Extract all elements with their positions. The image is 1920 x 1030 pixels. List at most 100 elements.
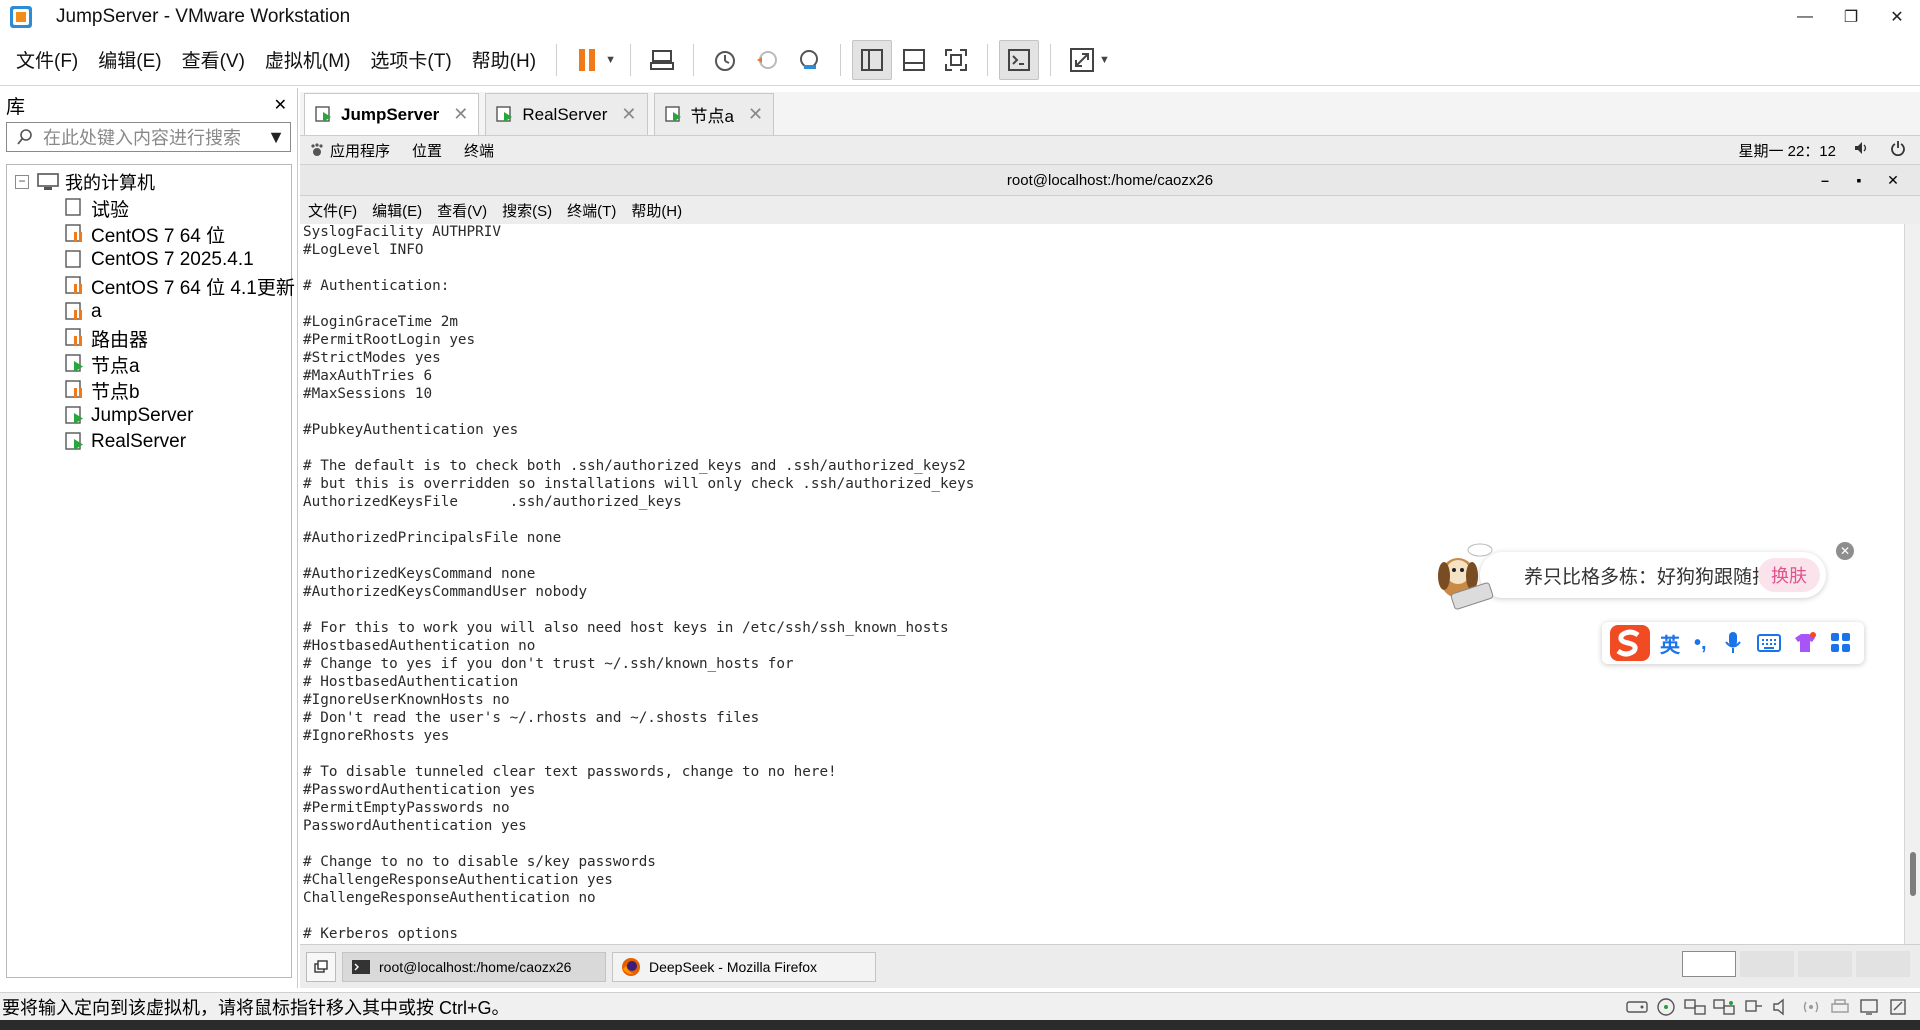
- menu-tabs[interactable]: 选项卡(T): [360, 46, 461, 73]
- library-close-icon[interactable]: ✕: [274, 95, 287, 115]
- keyboard-icon[interactable]: [1756, 630, 1782, 656]
- vm-tab-bar: JumpServer ✕ RealServer ✕ 节点a ✕: [300, 92, 1920, 136]
- terminal-menu-search[interactable]: 搜索(S): [502, 200, 552, 221]
- tree-item-vm[interactable]: 节点a: [7, 351, 291, 377]
- gnome-foot-icon: [311, 143, 323, 156]
- tree-root-my-computer[interactable]: − 我的计算机: [7, 169, 291, 195]
- vm-paused-icon: [65, 302, 82, 320]
- tree-item-vm[interactable]: CentOS 7 64 位: [7, 221, 291, 247]
- toolbox-grid-icon[interactable]: [1828, 630, 1854, 656]
- usb-icon[interactable]: [1741, 997, 1765, 1017]
- console-view-button[interactable]: [998, 39, 1039, 80]
- terminal-menu-file[interactable]: 文件(F): [308, 200, 357, 221]
- display-icon[interactable]: [1857, 997, 1881, 1017]
- taskbar-firefox[interactable]: DeepSeek - Mozilla Firefox: [612, 951, 876, 982]
- show-library-button[interactable]: [851, 39, 892, 80]
- toolbar-divider: [839, 43, 841, 76]
- tab-node-a[interactable]: 节点a ✕: [653, 93, 775, 135]
- chevron-down-icon[interactable]: ▼: [605, 54, 616, 66]
- snapshot-button[interactable]: [705, 40, 745, 80]
- search-placeholder[interactable]: 在此处键入内容进行搜索: [43, 124, 262, 150]
- menu-file[interactable]: 文件(F): [6, 46, 88, 73]
- wireless-icon[interactable]: [1799, 997, 1823, 1017]
- gnome-applications-menu[interactable]: 应用程序: [310, 140, 390, 161]
- terminal-menu-view[interactable]: 查看(V): [437, 200, 487, 221]
- workspace-1[interactable]: [1682, 951, 1736, 977]
- terminal-menu-edit[interactable]: 编辑(E): [372, 200, 422, 221]
- network-adapter-2-icon[interactable]: [1712, 997, 1736, 1017]
- ime-punctuation-toggle[interactable]: •,: [1694, 632, 1707, 655]
- pause-button[interactable]: [568, 40, 608, 80]
- sogou-logo-icon[interactable]: [1608, 623, 1652, 663]
- tree-item-vm[interactable]: 试验: [7, 195, 291, 221]
- show-desktop-button[interactable]: [306, 951, 336, 982]
- workspace-4[interactable]: [1856, 951, 1910, 977]
- ime-language-toggle[interactable]: 英: [1660, 629, 1680, 658]
- close-button[interactable]: ✕: [1874, 0, 1920, 34]
- minimize-button[interactable]: —: [1782, 0, 1828, 34]
- tree-item-vm[interactable]: 节点b: [7, 377, 291, 403]
- menu-help[interactable]: 帮助(H): [462, 46, 546, 73]
- terminal-scrollbar[interactable]: [1904, 224, 1920, 944]
- tree-item-vm[interactable]: JumpServer: [7, 403, 291, 429]
- taskbar-terminal-label: root@localhost:/home/caozx26: [379, 958, 572, 975]
- volume-icon[interactable]: [1854, 141, 1870, 159]
- host-taskbar-edge: [0, 1020, 1920, 1030]
- power-icon[interactable]: [1890, 140, 1906, 160]
- workspace-2[interactable]: [1740, 951, 1794, 977]
- snapshot-manager-button[interactable]: [789, 40, 829, 80]
- tab-close-icon[interactable]: ✕: [621, 104, 636, 125]
- tab-realserver[interactable]: RealServer ✕: [485, 93, 648, 135]
- printer-icon[interactable]: [1828, 997, 1852, 1017]
- workspace-3[interactable]: [1798, 951, 1852, 977]
- microphone-icon[interactable]: [1721, 630, 1747, 656]
- maximize-button[interactable]: ❐: [1828, 0, 1874, 34]
- vm-paused-icon: [65, 328, 82, 346]
- terminal-menu-help[interactable]: 帮助(H): [631, 200, 682, 221]
- collapse-toggle-icon[interactable]: −: [15, 175, 29, 189]
- hard-disk-icon[interactable]: [1625, 997, 1649, 1017]
- firefox-icon: [622, 957, 640, 976]
- menu-vm[interactable]: 虚拟机(M): [255, 46, 360, 73]
- ime-tip-close-icon[interactable]: ✕: [1836, 542, 1854, 560]
- tree-item-vm[interactable]: a: [7, 299, 291, 325]
- vm-tree: − 我的计算机 试验 CentOS 7 64 位 CentOS 7 2025.4.1…: [6, 164, 295, 978]
- toolbar-divider: [1049, 43, 1051, 76]
- tab-close-icon[interactable]: ✕: [453, 104, 468, 125]
- library-search[interactable]: 在此处键入内容进行搜索 ▼: [6, 122, 291, 152]
- ime-tip-text: 养只比格多栋：好狗狗跟随打字: [1524, 566, 1791, 588]
- full-screen-button[interactable]: [936, 40, 976, 80]
- revert-snapshot-button[interactable]: [747, 40, 787, 80]
- send-ctrl-alt-del-button[interactable]: [642, 40, 682, 80]
- chevron-down-icon[interactable]: ▼: [262, 127, 290, 148]
- taskbar-terminal[interactable]: root@localhost:/home/caozx26: [342, 951, 606, 982]
- skin-shirt-icon[interactable]: [1792, 630, 1818, 656]
- tab-jumpserver[interactable]: JumpServer ✕: [304, 93, 480, 135]
- stretch-button[interactable]: [1062, 40, 1102, 80]
- sound-card-icon[interactable]: [1770, 997, 1794, 1017]
- terminal-minimize-button[interactable]: –: [1808, 172, 1842, 189]
- tree-item-vm[interactable]: RealServer: [7, 429, 291, 455]
- tree-item-vm[interactable]: CentOS 7 2025.4.1: [7, 247, 291, 273]
- network-adapter-icon[interactable]: [1683, 997, 1707, 1017]
- chevron-down-icon[interactable]: ▼: [1099, 54, 1110, 66]
- tree-item-vm[interactable]: CentOS 7 64 位 4.1更新: [7, 273, 295, 299]
- gnome-clock[interactable]: 星期一 22：12: [1738, 140, 1836, 161]
- menu-view[interactable]: 查看(V): [172, 46, 255, 73]
- tab-close-icon[interactable]: ✕: [748, 104, 763, 125]
- beagle-mascot-icon: [1438, 543, 1494, 610]
- terminal-close-button[interactable]: ✕: [1876, 172, 1910, 189]
- message-log-icon[interactable]: [1886, 997, 1910, 1017]
- terminal-icon: [352, 959, 370, 974]
- tree-item-label: CentOS 7 64 位 4.1更新: [91, 277, 295, 299]
- terminal-menu-terminal[interactable]: 终端(T): [567, 200, 616, 221]
- terminal-maximize-button[interactable]: ▪: [1842, 172, 1876, 189]
- gnome-places-menu[interactable]: 位置: [412, 140, 442, 161]
- ime-skin-button[interactable]: 换肤: [1758, 558, 1820, 592]
- cd-dvd-icon[interactable]: [1654, 997, 1678, 1017]
- scrollbar-thumb[interactable]: [1910, 852, 1916, 896]
- menu-edit[interactable]: 编辑(E): [88, 46, 171, 73]
- thumbnail-bar-button[interactable]: [894, 40, 934, 80]
- gnome-terminal-menu[interactable]: 终端: [464, 140, 494, 161]
- tree-item-vm[interactable]: 路由器: [7, 325, 291, 351]
